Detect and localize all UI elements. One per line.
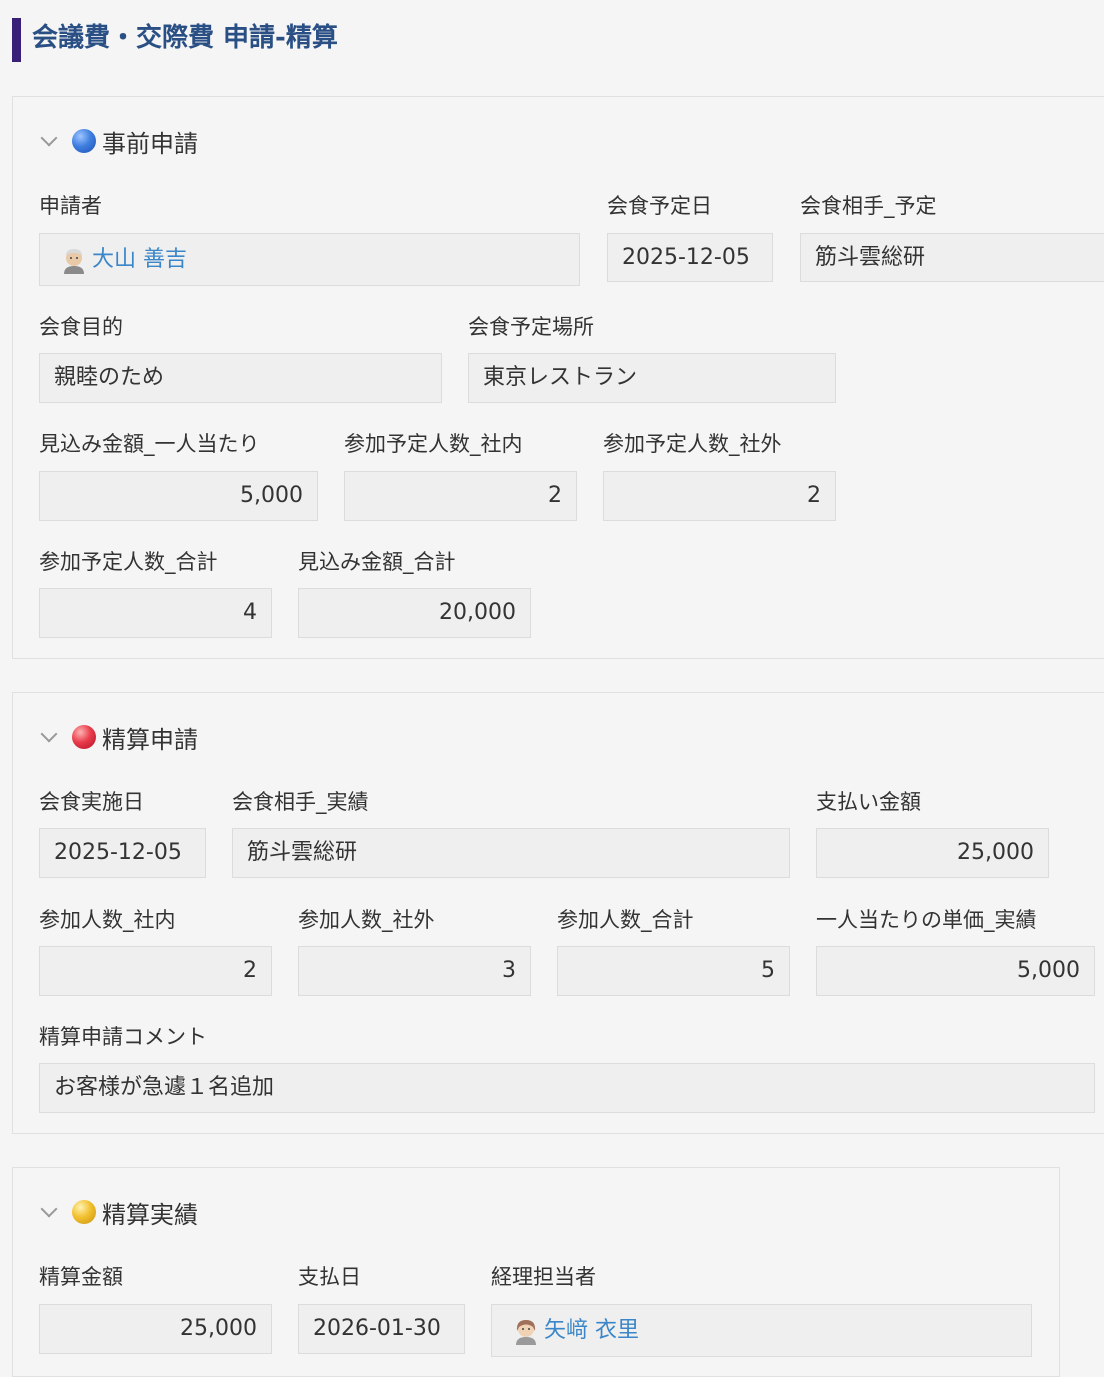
accountant-name-link[interactable]: 矢﨑 衣里: [544, 1307, 639, 1355]
settled-amount-label: 精算金額: [39, 1265, 123, 1289]
title-accent-bar: [12, 18, 21, 62]
actual-total-field[interactable]: 5: [557, 946, 790, 996]
actual-date-field[interactable]: 2025-12-05: [39, 828, 206, 878]
pre-application-header[interactable]: 事前申請: [38, 121, 198, 161]
actual-internal-field[interactable]: 2: [39, 946, 272, 996]
settled-amount-field[interactable]: 25,000: [39, 1304, 272, 1354]
chevron-down-icon[interactable]: [38, 130, 60, 152]
page-title: 会議費・交際費 申請-精算: [32, 23, 338, 53]
blue-circle-icon: [72, 129, 96, 153]
yellow-circle-icon: [72, 1200, 96, 1224]
section-title: 事前申請: [102, 129, 198, 158]
planned-partner-label: 会食相手_予定: [800, 194, 937, 218]
accountant-label: 経理担当者: [491, 1265, 596, 1289]
actual-date-label: 会食実施日: [39, 790, 144, 814]
actual-external-label: 参加人数_社外: [298, 908, 435, 932]
actual-total-label: 参加人数_合計: [557, 908, 694, 932]
planned-internal-label: 参加予定人数_社内: [344, 432, 523, 456]
settlement-result-header[interactable]: 精算実績: [38, 1192, 198, 1232]
estimated-per-person-label: 見込み金額_一人当たり: [39, 432, 260, 456]
paid-amount-field[interactable]: 25,000: [816, 828, 1049, 878]
applicant-label: 申請者: [39, 194, 102, 218]
purpose-field[interactable]: 親睦のため: [39, 353, 442, 403]
planned-external-label: 参加予定人数_社外: [603, 432, 782, 456]
user-avatar-icon: [516, 1319, 536, 1345]
payment-date-label: 支払日: [298, 1265, 361, 1289]
scheduled-date-field[interactable]: 2025-12-05: [607, 233, 773, 282]
actual-partner-field[interactable]: 筋斗雲総研: [232, 828, 790, 878]
applicant-field[interactable]: 大山 善吉: [39, 233, 580, 286]
planned-internal-field[interactable]: 2: [344, 471, 577, 521]
actual-partner-label: 会食相手_実績: [232, 790, 369, 814]
settlement-comment-field[interactable]: お客様が急遽１名追加: [39, 1063, 1095, 1113]
chevron-down-icon[interactable]: [38, 1201, 60, 1223]
planned-place-field[interactable]: 東京レストラン: [468, 353, 836, 403]
payment-date-field[interactable]: 2026-01-30: [298, 1304, 465, 1354]
purpose-label: 会食目的: [39, 315, 123, 339]
actual-external-field[interactable]: 3: [298, 946, 531, 996]
estimated-per-person-field[interactable]: 5,000: [39, 471, 318, 521]
settlement-comment-label: 精算申請コメント: [39, 1025, 207, 1049]
planned-external-field[interactable]: 2: [603, 471, 836, 521]
planned-place-label: 会食予定場所: [468, 315, 594, 339]
unit-price-field[interactable]: 5,000: [816, 946, 1095, 996]
red-circle-icon: [72, 725, 96, 749]
estimated-total-field[interactable]: 20,000: [298, 588, 531, 638]
scheduled-date-label: 会食予定日: [607, 194, 712, 218]
applicant-name-link[interactable]: 大山 善吉: [92, 236, 187, 284]
planned-total-people-label: 参加予定人数_合計: [39, 550, 218, 574]
user-avatar-icon: [64, 248, 84, 274]
planned-total-people-field[interactable]: 4: [39, 588, 272, 638]
accountant-field[interactable]: 矢﨑 衣里: [491, 1304, 1032, 1357]
actual-internal-label: 参加人数_社内: [39, 908, 176, 932]
unit-price-label: 一人当たりの単価_実績: [816, 908, 1037, 932]
section-title: 精算申請: [102, 725, 198, 754]
paid-amount-label: 支払い金額: [816, 790, 921, 814]
planned-partner-field[interactable]: 筋斗雲総研: [800, 233, 1104, 282]
settlement-request-header[interactable]: 精算申請: [38, 717, 198, 757]
estimated-total-label: 見込み金額_合計: [298, 550, 456, 574]
section-title: 精算実績: [102, 1200, 198, 1229]
chevron-down-icon[interactable]: [38, 726, 60, 748]
